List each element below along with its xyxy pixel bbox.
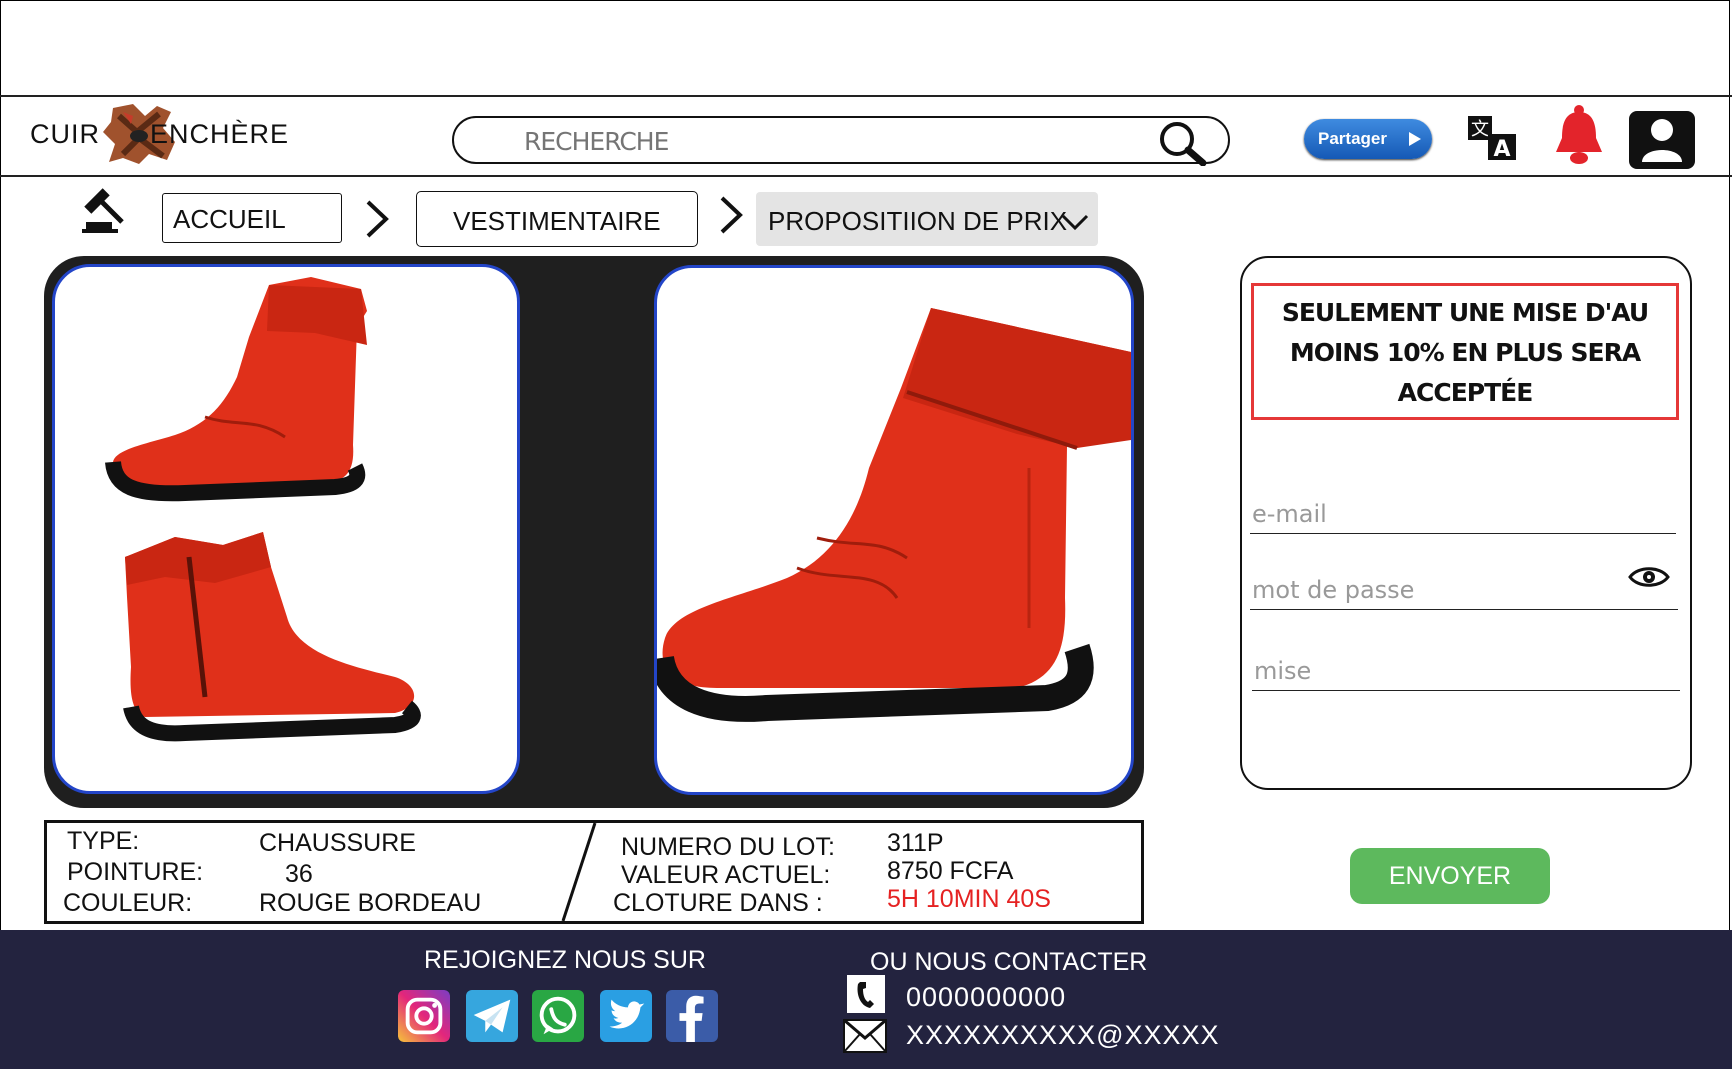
- chevron-right-icon: [720, 196, 743, 234]
- logo-text-right: ENCHÈRE: [150, 119, 290, 149]
- whatsapp-icon[interactable]: [532, 990, 584, 1042]
- facebook-icon[interactable]: [666, 990, 718, 1042]
- breadcrumb-category-label: VESTIMENTAIRE: [453, 206, 661, 236]
- breadcrumb-home[interactable]: ACCUEIL: [162, 193, 342, 243]
- closing-countdown: 5H 10MIN 40S: [887, 885, 1051, 913]
- search-bar: [452, 116, 1230, 166]
- product-thumbnail-card[interactable]: [52, 264, 520, 794]
- logo[interactable]: CUIR ENCHÈRE: [30, 100, 288, 168]
- twitter-icon[interactable]: [600, 990, 652, 1042]
- mail-icon: [843, 1018, 887, 1053]
- closing-label: CLOTURE DANS :: [613, 889, 823, 917]
- type-value: CHAUSSURE: [259, 829, 416, 857]
- boot-photo-main: [657, 308, 1131, 722]
- email-field[interactable]: [1250, 494, 1676, 534]
- type-label: TYPE:: [67, 827, 140, 855]
- contact-phone[interactable]: 0000000000: [906, 982, 1066, 1013]
- lot-value: 311P: [887, 829, 944, 857]
- breadcrumb-current-label: PROPOSITIION DE PRIX: [768, 206, 1068, 236]
- contact-title: OU NOUS CONTACTER: [870, 948, 1148, 976]
- contact-email[interactable]: XXXXXXXXXX@XXXXX: [906, 1020, 1220, 1051]
- lot-label: NUMERO DU LOT:: [621, 833, 835, 861]
- bid-rule-notice: SEULEMENT UNE MISE D'AU MOINS 10% EN PLU…: [1251, 283, 1679, 420]
- breadcrumb-home-label: ACCUEIL: [173, 204, 286, 234]
- logo-text-left: CUIR: [30, 119, 100, 149]
- size-value: 36: [285, 860, 313, 888]
- size-label: POINTURE:: [67, 858, 204, 886]
- search-icon[interactable]: [1157, 120, 1209, 166]
- svg-text:A: A: [1493, 137, 1510, 162]
- top-blank-bar: [0, 0, 1732, 97]
- breadcrumb-current-dropdown[interactable]: PROPOSITIION DE PRIX: [756, 192, 1098, 246]
- color-label: COULEUR:: [63, 889, 193, 917]
- color-value: ROUGE BORDEAU: [259, 889, 482, 917]
- chevron-right-icon: [366, 200, 389, 238]
- instagram-icon[interactable]: [398, 990, 450, 1042]
- current-value-label: VALEUR ACTUEL:: [621, 861, 831, 889]
- password-field[interactable]: [1250, 570, 1678, 610]
- boot-photo-side-views: [105, 277, 421, 742]
- footer: REJOIGNEZ NOUS SUR OU NOUS CONTACTER 000…: [0, 930, 1732, 1069]
- telegram-icon[interactable]: [466, 990, 518, 1042]
- play-arrow-icon: [1409, 132, 1421, 146]
- phone-icon: [847, 975, 885, 1013]
- breadcrumb-category[interactable]: VESTIMENTAIRE: [416, 191, 698, 247]
- share-button[interactable]: Partager: [1304, 119, 1432, 159]
- auction-gavel-icon: [82, 188, 124, 233]
- share-label: Partager: [1318, 129, 1387, 148]
- product-main-image-card[interactable]: [654, 265, 1134, 795]
- product-info-box: TYPE: CHAUSSURE POINTURE: 36 COULEUR: RO…: [44, 820, 1144, 924]
- show-password-eye-icon[interactable]: [1628, 564, 1670, 590]
- search-input[interactable]: [522, 124, 1126, 158]
- current-value: 8750 FCFA: [887, 857, 1014, 885]
- svg-text:文: 文: [1471, 119, 1489, 140]
- submit-bid-button[interactable]: ENVOYER: [1350, 848, 1550, 904]
- join-us-title: REJOIGNEZ NOUS SUR: [424, 946, 706, 974]
- translate-icon[interactable]: 文 A: [1466, 114, 1520, 162]
- chevron-down-icon: [1061, 214, 1089, 231]
- user-account-icon[interactable]: [1628, 110, 1696, 170]
- info-divider: [561, 823, 597, 921]
- notification-bell-icon[interactable]: [1552, 104, 1606, 166]
- bid-amount-field[interactable]: [1252, 651, 1680, 691]
